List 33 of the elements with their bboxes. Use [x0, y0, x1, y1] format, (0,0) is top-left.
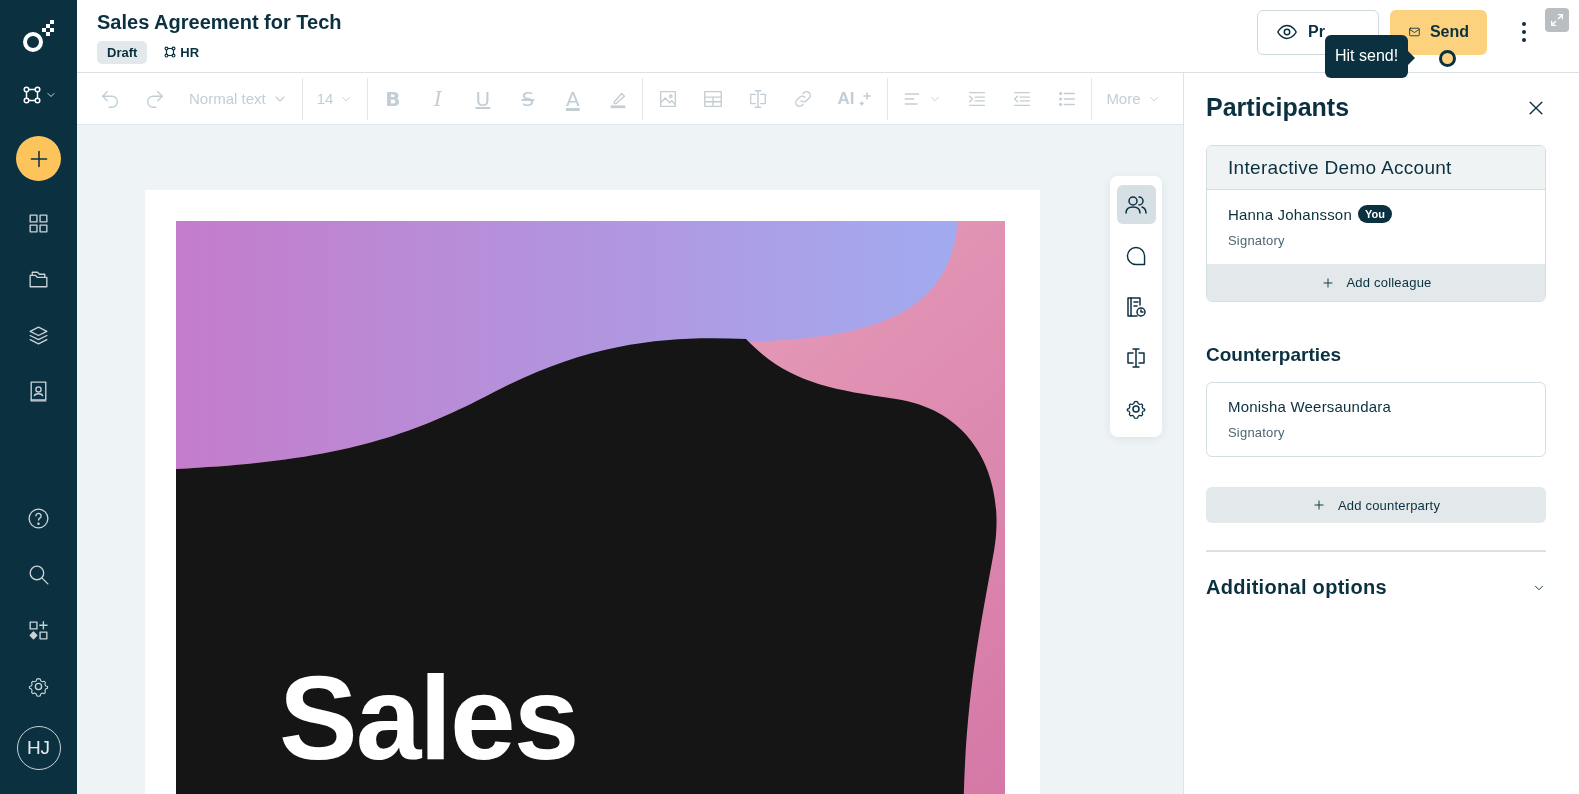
create-button[interactable]	[16, 136, 61, 181]
document-clock-icon	[1124, 294, 1148, 319]
plus-icon	[1320, 275, 1335, 290]
plus-icon	[1311, 498, 1326, 512]
cursor-ring-icon	[1439, 50, 1456, 67]
workspace-switcher[interactable]	[20, 84, 57, 106]
add-colleague-button[interactable]: Add colleague	[1207, 264, 1545, 301]
cover-title: Sales	[279, 659, 578, 777]
additional-options-toggle[interactable]: Additional options	[1206, 576, 1546, 599]
nodes-icon	[20, 84, 43, 106]
nodes-icon	[163, 45, 178, 59]
expand-icon	[1549, 12, 1565, 28]
workspace-tag: HR	[180, 44, 200, 60]
participants-tab[interactable]	[1116, 185, 1156, 224]
section-heading: Counterparties	[1206, 344, 1343, 366]
add-apps-icon[interactable]	[26, 618, 51, 643]
document-title: Sales Agreement for Tech	[97, 10, 343, 34]
add-counterparty-button[interactable]: Add counterparty	[1206, 487, 1546, 523]
participant-row[interactable]: Monisha Weersaundara Signatory	[1207, 383, 1545, 456]
participant-name: Hanna Johansson	[1228, 205, 1352, 223]
logo-icon[interactable]	[21, 20, 56, 54]
panel-title: Participants	[1206, 93, 1350, 122]
participant-role: Signatory	[1228, 233, 1286, 248]
text-field-icon	[1124, 345, 1148, 370]
status-badge: Draft	[97, 40, 148, 64]
participant-role: Signatory	[1228, 425, 1286, 440]
participant-row[interactable]: Hanna Johansson You Signatory	[1207, 190, 1545, 264]
participant-name: Monisha Weersaundara	[1228, 398, 1391, 415]
more-options-icon[interactable]	[1520, 20, 1528, 44]
grid-icon[interactable]	[26, 211, 51, 236]
party-name: Interactive Demo Account	[1207, 146, 1545, 190]
you-badge: You	[1357, 205, 1392, 223]
help-icon[interactable]	[26, 506, 51, 531]
